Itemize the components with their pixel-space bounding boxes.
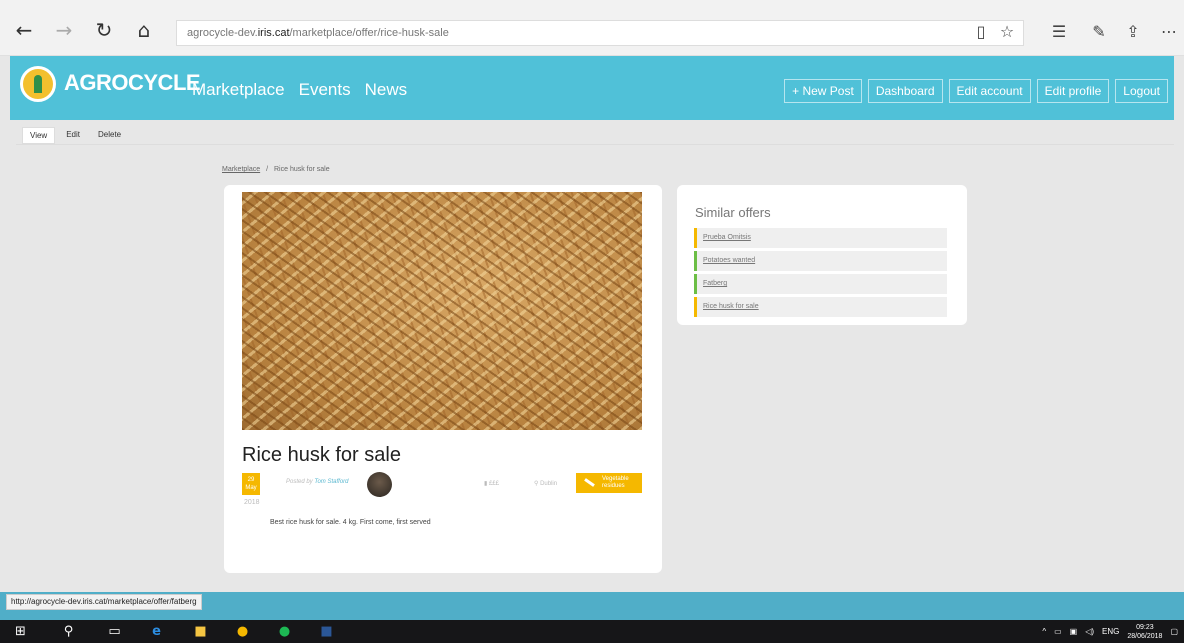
- list-item[interactable]: Rice husk for sale: [694, 297, 947, 317]
- similar-offer-link[interactable]: Potatoes wanted: [703, 257, 755, 264]
- reading-view-icon[interactable]: ▯: [970, 21, 992, 43]
- clock[interactable]: 09:23 28/06/2018: [1127, 623, 1162, 641]
- breadcrumb-marketplace[interactable]: Marketplace: [222, 166, 260, 173]
- chrome-icon[interactable]: ●: [234, 623, 251, 640]
- breadcrumb: Marketplace / Rice husk for sale: [222, 166, 330, 173]
- home-icon[interactable]: ⌂: [132, 18, 156, 42]
- site-header: AGROCYCLE Marketplace Events News + New …: [10, 56, 1174, 120]
- favorite-star-icon[interactable]: ☆: [996, 21, 1018, 43]
- nav-marketplace[interactable]: Marketplace: [192, 80, 285, 100]
- taskbar: ⊞ ⚲ ▭ e ■ ● ● ■ ^ ▭ ▣ ◁) ENG 09:23 28/06…: [0, 620, 1184, 643]
- similar-offer-link[interactable]: Rice husk for sale: [703, 303, 759, 310]
- forward-icon[interactable]: →: [52, 18, 76, 42]
- tab-edit[interactable]: Edit: [59, 127, 87, 144]
- price-value: £££: [488, 481, 499, 487]
- breadcrumb-current: Rice husk for sale: [274, 166, 330, 173]
- battery-icon[interactable]: ▭: [1054, 627, 1062, 636]
- volume-icon[interactable]: ◁): [1085, 627, 1094, 636]
- pen-icon[interactable]: ✎: [1088, 21, 1110, 43]
- author-link[interactable]: Tom Stafford: [314, 479, 348, 485]
- language-indicator[interactable]: ENG: [1102, 627, 1119, 636]
- avatar[interactable]: [367, 472, 392, 497]
- edit-account-button[interactable]: Edit account: [948, 79, 1031, 103]
- date-badge: 29 May: [242, 473, 260, 495]
- list-item[interactable]: Potatoes wanted: [694, 251, 947, 271]
- logout-button[interactable]: Logout: [1115, 79, 1168, 103]
- tab-delete[interactable]: Delete: [91, 127, 128, 144]
- similar-offers-panel: Similar offers Prueba Omitsis Potatoes w…: [677, 185, 967, 325]
- system-tray: ^ ▭ ▣ ◁) ENG 09:23 28/06/2018 ▢: [1042, 620, 1178, 643]
- windows-start-icon[interactable]: ⊞: [12, 623, 29, 640]
- chevron-up-icon[interactable]: ^: [1042, 627, 1046, 636]
- logo-text[interactable]: AGROCYCLE: [64, 70, 201, 96]
- price-meta: ▮ £££: [484, 480, 499, 487]
- status-bar-url: http://agrocycle-dev.iris.cat/marketplac…: [6, 594, 202, 610]
- tab-view[interactable]: View: [22, 127, 56, 144]
- location-value: Dublin: [540, 481, 558, 487]
- category-tag[interactable]: Vegetable residues: [576, 473, 642, 493]
- user-nav: + New Post Dashboard Edit account Edit p…: [784, 79, 1168, 103]
- date-month: May: [245, 485, 257, 491]
- favorites-hub-icon[interactable]: ☰: [1048, 21, 1070, 43]
- file-explorer-icon[interactable]: ■: [192, 623, 209, 640]
- url-path: /marketplace/offer/rice-husk-sale: [289, 27, 449, 39]
- edge-browser-icon[interactable]: e: [148, 623, 165, 640]
- edit-profile-button[interactable]: Edit profile: [1036, 79, 1110, 103]
- search-icon[interactable]: ⚲: [60, 623, 77, 640]
- similar-offer-link[interactable]: Fatberg: [703, 280, 727, 287]
- spotify-icon[interactable]: ●: [276, 623, 293, 640]
- breadcrumb-separator: /: [266, 166, 269, 173]
- url-domain: iris.cat: [257, 27, 290, 39]
- main-nav: Marketplace Events News: [192, 80, 407, 100]
- similar-offer-link[interactable]: Prueba Omitsis: [703, 234, 751, 241]
- notifications-icon[interactable]: ▢: [1170, 627, 1178, 636]
- posted-by: Posted by Tom Stafford: [286, 479, 349, 485]
- posted-by-label: Posted by: [286, 479, 313, 485]
- similar-offers-list: Prueba Omitsis Potatoes wanted Fatberg R…: [694, 228, 947, 320]
- refresh-icon[interactable]: ↻: [92, 18, 116, 42]
- similar-offers-title: Similar offers: [695, 205, 771, 220]
- clock-date: 28/06/2018: [1127, 632, 1163, 640]
- date-year: 2018: [244, 499, 260, 506]
- network-icon[interactable]: ▣: [1070, 627, 1078, 636]
- nav-news[interactable]: News: [365, 80, 408, 100]
- local-tabs: View Edit Delete: [22, 127, 128, 144]
- offer-description: Best rice husk for sale. 4 kg. First com…: [270, 519, 431, 526]
- share-icon[interactable]: ⇪: [1122, 21, 1144, 43]
- more-icon[interactable]: ⋯: [1158, 21, 1180, 43]
- clock-time: 09:23: [1136, 623, 1154, 631]
- date-day: 29: [247, 477, 255, 483]
- address-bar[interactable]: agrocycle-dev.iris.cat/marketplace/offer…: [176, 20, 1024, 46]
- logo-icon[interactable]: [20, 66, 56, 102]
- tabs-divider: [16, 144, 1174, 145]
- nav-events[interactable]: Events: [299, 80, 351, 100]
- dashboard-button[interactable]: Dashboard: [867, 79, 943, 103]
- url-prefix: agrocycle-dev.: [187, 27, 258, 39]
- browser-toolbar: ← → ↻ ⌂ agrocycle-dev.iris.cat/marketpla…: [0, 0, 1184, 56]
- list-item[interactable]: Fatberg: [694, 274, 947, 294]
- offer-card: Rice husk for sale 29 May 2018 Posted by…: [224, 185, 662, 573]
- location-meta: ⚲ Dublin: [534, 480, 557, 487]
- task-view-icon[interactable]: ▭: [106, 623, 123, 640]
- list-item[interactable]: Prueba Omitsis: [694, 228, 947, 248]
- back-icon[interactable]: ←: [12, 18, 36, 42]
- word-icon[interactable]: ■: [318, 623, 335, 640]
- offer-photo: [242, 192, 642, 430]
- new-post-button[interactable]: + New Post: [784, 79, 862, 103]
- offer-title: Rice husk for sale: [242, 444, 401, 466]
